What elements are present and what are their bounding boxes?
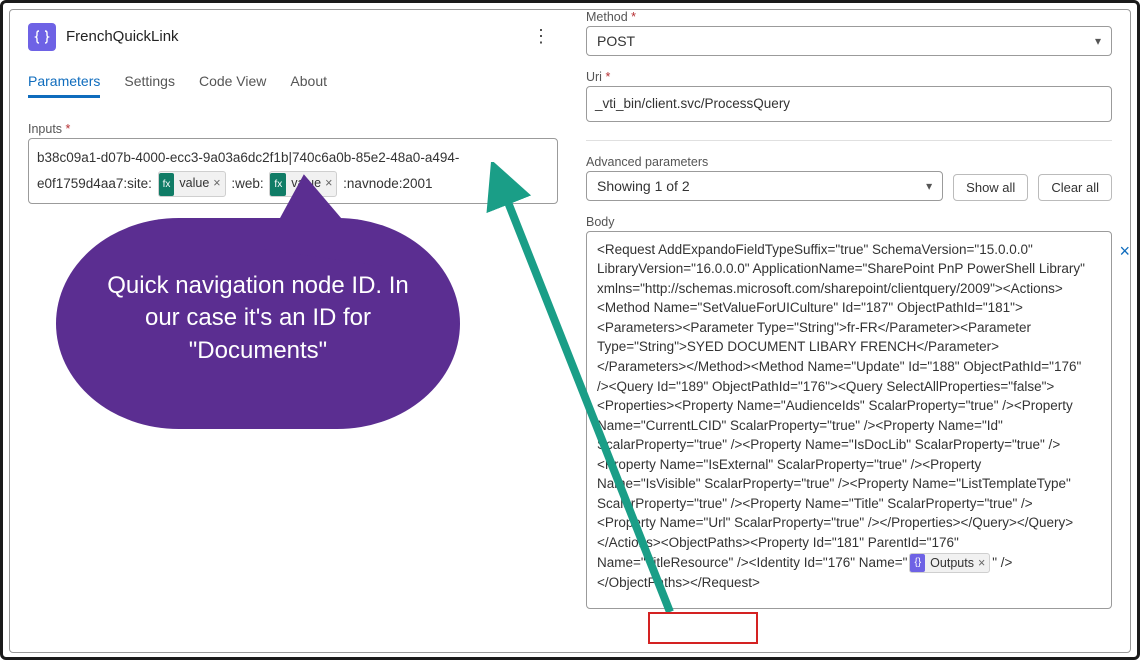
inputs-text-mid: :web: [231,176,263,191]
method-select[interactable]: POST ▾ [586,26,1112,56]
dynamic-token-outputs[interactable]: {} Outputs × [909,553,990,574]
fx-icon: fx [159,173,175,196]
uri-field[interactable]: _vti_bin/client.svc/ProcessQuery [586,86,1112,122]
show-all-button[interactable]: Show all [953,174,1028,201]
body-content: <Request AddExpandoFieldTypeSuffix="true… [597,242,1085,570]
clear-all-button[interactable]: Clear all [1038,174,1112,201]
tabs: Parameters Settings Code View About [28,73,558,98]
tab-parameters[interactable]: Parameters [28,73,100,98]
uri-value: _vti_bin/client.svc/ProcessQuery [595,96,790,111]
chevron-down-icon: ▾ [926,179,932,193]
advanced-showing: Showing 1 of 2 [597,178,690,194]
more-menu-icon[interactable]: ⋮ [524,22,558,51]
divider [586,140,1112,141]
annotation-text: Quick navigation node ID. In our case it… [107,272,409,364]
inputs-text-prefix: e0f1759d4aa7:site: [37,176,152,191]
tab-about[interactable]: About [290,73,327,98]
uri-label: Uri * [586,70,1112,84]
tab-code-view[interactable]: Code View [199,73,266,98]
inputs-text-line1: b38c09a1-d07b-4000-ecc3-9a03a6dc2f1b|740… [37,150,459,165]
dynamic-token-value-1[interactable]: fx value × [158,171,226,197]
body-field[interactable]: <Request AddExpandoFieldTypeSuffix="true… [586,231,1112,609]
method-value: POST [597,33,635,49]
braces-icon: {} [910,554,925,573]
advanced-label: Advanced parameters [586,155,1112,169]
annotation-bubble: Quick navigation node ID. In our case it… [58,220,458,427]
close-icon[interactable]: × [1119,241,1130,262]
app-title: FrenchQuickLink [66,28,179,45]
close-icon[interactable]: × [213,172,220,196]
tab-settings[interactable]: Settings [124,73,175,98]
chevron-down-icon: ▾ [1095,34,1101,48]
close-icon[interactable]: × [978,554,985,572]
advanced-select[interactable]: Showing 1 of 2 ▾ [586,171,943,201]
app-icon [28,23,56,51]
method-label: Method * [586,10,1112,24]
body-label: Body [586,215,1112,229]
inputs-label: Inputs * [28,122,558,136]
